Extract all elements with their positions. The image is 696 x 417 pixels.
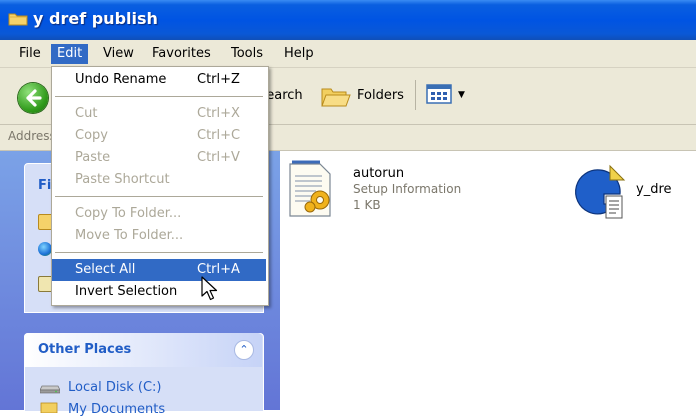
tasks-header: Fi (38, 178, 52, 193)
menu-item-cut[interactable]: Cut Ctrl+X (52, 103, 266, 125)
menu-item-copy[interactable]: Copy Ctrl+C (52, 125, 266, 147)
views-icon[interactable] (425, 82, 453, 106)
collapse-chevron-icon[interactable]: ⌃ (234, 340, 254, 360)
menu-file[interactable]: File (13, 44, 47, 64)
menu-separator (55, 252, 263, 253)
menu-item-move-to-folder[interactable]: Move To Folder... (52, 225, 266, 247)
menu-item-label: Move To Folder... (75, 228, 184, 243)
folder-icon (8, 13, 28, 26)
file-size: 1 KB (353, 198, 381, 212)
menu-view[interactable]: View (97, 44, 140, 64)
menu-favorites[interactable]: Favorites (146, 44, 217, 64)
menu-item-paste-shortcut[interactable]: Paste Shortcut (52, 169, 266, 191)
menu-item-invert-selection[interactable]: Invert Selection (52, 281, 266, 303)
menu-item-label: Paste (75, 150, 111, 165)
menu-item-shortcut: Ctrl+X (197, 106, 240, 121)
menu-item-shortcut: Ctrl+V (197, 150, 240, 165)
menu-item-label: Cut (75, 106, 98, 121)
menu-item-label: Select All (75, 262, 136, 277)
file-type: Setup Information (353, 182, 462, 196)
mouse-pointer-icon (201, 276, 218, 301)
setup-program-icon[interactable] (566, 160, 630, 224)
menu-edit[interactable]: Edit (51, 44, 89, 64)
menu-tools[interactable]: Tools (225, 44, 269, 64)
menu-item-label: Copy (75, 128, 108, 143)
window-title: y dref publish (33, 9, 158, 28)
menu-separator (55, 196, 263, 197)
views-dropdown-arrow-icon[interactable]: ▼ (458, 90, 465, 100)
settings-file-icon[interactable] (286, 160, 334, 218)
menu-help[interactable]: Help (278, 44, 320, 64)
menu-item-label: Paste Shortcut (75, 172, 170, 187)
menu-item-label: Invert Selection (75, 284, 178, 299)
toolbar-separator (415, 80, 416, 110)
task-globe-icon (38, 242, 52, 256)
menu-separator (55, 96, 263, 97)
back-arrow-icon (26, 89, 42, 107)
back-button[interactable] (18, 83, 48, 113)
local-disk-link[interactable]: Local Disk (C:) (68, 380, 161, 395)
other-places-title: Other Places (38, 342, 132, 357)
menu-item-label: Undo Rename (75, 72, 167, 87)
menu-item-paste[interactable]: Paste Ctrl+V (52, 147, 266, 169)
menu-item-shortcut: Ctrl+Z (197, 72, 240, 87)
folders-label: Folders (357, 88, 404, 103)
menu-item-label: Copy To Folder... (75, 206, 182, 221)
address-label: Address (8, 129, 56, 143)
menu-item-undo-rename[interactable]: Undo Rename Ctrl+Z (52, 69, 266, 91)
file-name[interactable]: y_dre (636, 182, 672, 197)
menu-item-copy-to-folder[interactable]: Copy To Folder... (52, 203, 266, 225)
folders-button[interactable]: Folders (357, 88, 404, 103)
menu-item-select-all[interactable]: Select All Ctrl+A (52, 259, 266, 281)
file-name[interactable]: autorun (353, 166, 404, 181)
menu-item-shortcut: Ctrl+C (197, 128, 241, 143)
local-disk-icon (40, 385, 60, 394)
my-documents-icon (40, 402, 58, 413)
folders-icon (321, 88, 351, 107)
